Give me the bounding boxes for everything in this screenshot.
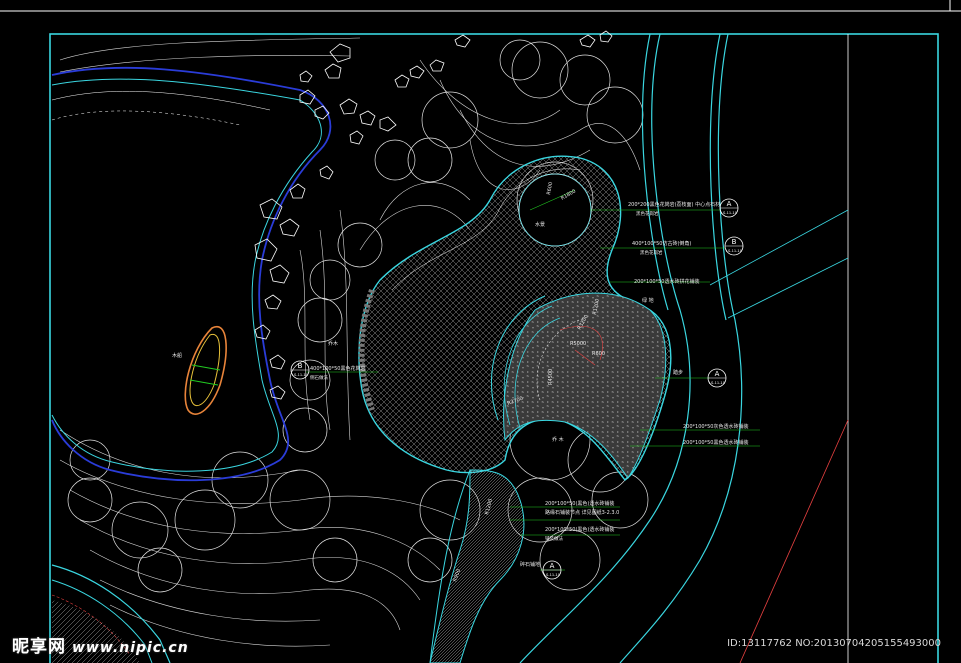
label-pool: 水景 — [535, 221, 545, 228]
svg-text:A: A — [715, 370, 720, 378]
annotation-bottom-3: 200*100*50(黑色)透水砖铺装 — [545, 526, 614, 533]
label-tree: 乔木 — [328, 340, 338, 347]
watermark: 昵享网 www.nipic.cn — [12, 632, 189, 657]
label-gravel: 碎石铺地 — [520, 561, 540, 568]
callout-a-1: A LS-11-10 — [719, 198, 739, 218]
callout-b-2: B LS-11-10 — [290, 360, 310, 380]
annotation-left-sub: 侧石做法 — [310, 374, 328, 381]
svg-text:LS-11-10: LS-11-10 — [292, 373, 309, 377]
annotation-bottom-3b: 铺装做法 — [545, 535, 563, 542]
watermark-site: 昵享网 — [12, 637, 66, 657]
annotation-circle-top-sub: 黑色花岗岩 — [636, 210, 659, 217]
annotation-ring-sub: 黑色花岗岩 — [640, 249, 663, 256]
svg-text:LS-11-10: LS-11-10 — [709, 381, 726, 385]
landscape-plan-drawing: 200*200黑色花岗岩(荔枝面) 中心点石材 黑色花岗岩 400*100*50… — [0, 0, 961, 663]
wooden-boat — [184, 325, 227, 415]
annotation-ring: 400*100*50仿古砖(倒角) — [632, 240, 691, 247]
annotation-center: 200*100*50透水砖拼花铺装 — [634, 278, 699, 285]
annotation-right-strip: 200*100*50灰色透水砖铺装 — [683, 423, 748, 430]
label-stair: 踏步 — [673, 369, 683, 376]
callout-a-3: A LS-11-10 — [542, 560, 562, 580]
plaza — [358, 155, 672, 663]
annotation-bottom-2: 路缘石铺装节点 详见图纸3-2.3.0 — [545, 509, 619, 516]
callout-a-2: A LS-11-10 — [707, 368, 727, 388]
dim-r5: R5000 — [570, 341, 586, 347]
annotation-circle-top: 200*200黑色花岗岩(荔枝面) 中心点石材 — [628, 201, 720, 208]
annotation-left: 400*100*50黑色花岗岩 — [310, 365, 365, 372]
svg-text:A: A — [550, 562, 555, 570]
annotation-right-strip2: 200*100*50黑色透水砖铺装 — [683, 439, 748, 446]
label-plant2: 绿 地 — [642, 297, 654, 304]
svg-text:A: A — [727, 200, 732, 208]
label-boat: 木船 — [172, 352, 182, 359]
annotation-bottom-1: 200*100*50(黑色)透水砖铺装 — [545, 500, 614, 507]
svg-text:LS-11-10: LS-11-10 — [544, 573, 561, 577]
svg-text:LS-11-10: LS-11-10 — [726, 249, 743, 253]
svg-text:LS-11-10: LS-11-10 — [721, 211, 738, 215]
dim-r8: R600 — [592, 351, 605, 357]
watermark-url: www.nipic.cn — [72, 640, 189, 656]
svg-text:B: B — [732, 238, 737, 246]
watermark-id: ID:13117762 NO:20130704205155493000 — [727, 638, 941, 649]
dim-r6: R4500 — [548, 369, 554, 385]
callout-b-1: B LS-11-10 — [724, 236, 744, 256]
svg-text:B: B — [298, 362, 303, 370]
label-plant1: 乔 木 — [552, 436, 564, 443]
